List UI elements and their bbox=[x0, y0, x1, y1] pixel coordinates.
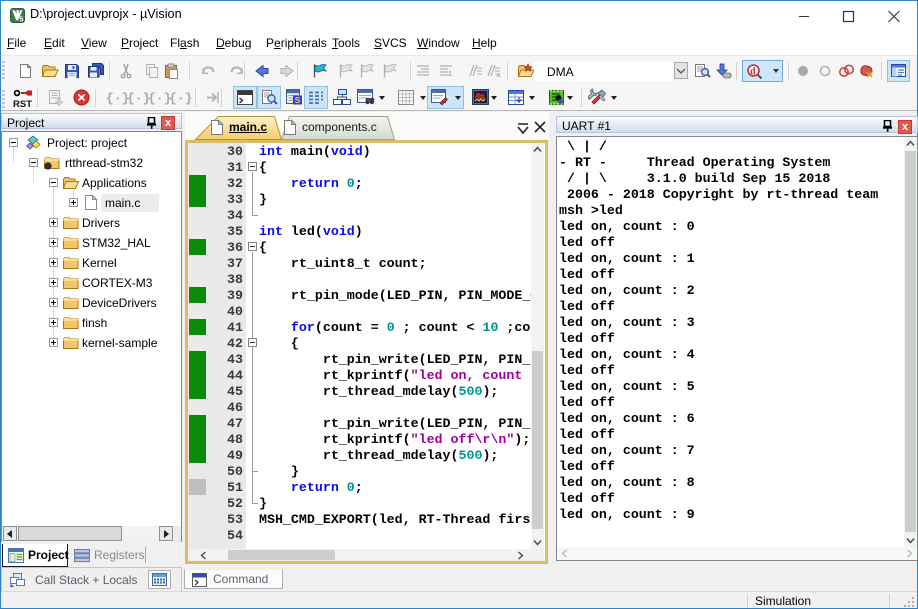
svg-text:RST: RST bbox=[13, 99, 32, 108]
svg-text:S: S bbox=[295, 95, 301, 105]
svg-text:d: d bbox=[750, 67, 756, 78]
svg-text:5: 5 bbox=[19, 14, 23, 23]
